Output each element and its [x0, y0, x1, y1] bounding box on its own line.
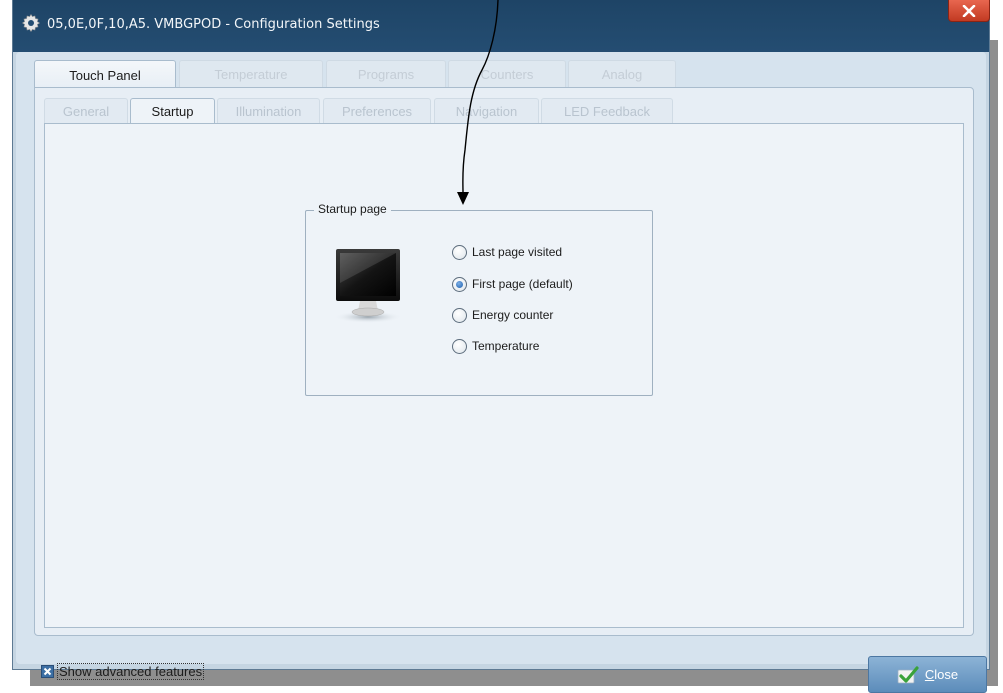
radio-last-page-visited[interactable]: Last page visited [452, 241, 562, 263]
radio-button[interactable] [452, 307, 467, 323]
radio-label: Temperature [472, 339, 540, 353]
x-check-icon [42, 666, 53, 677]
subtab-navigation[interactable]: Navigation [434, 98, 539, 123]
close-button[interactable]: Close [868, 656, 987, 693]
tab-counters[interactable]: Counters [448, 60, 566, 88]
touch-panel-page: General Startup Illumination Preferences… [34, 87, 974, 636]
radio-button[interactable] [452, 244, 467, 260]
subtab-startup[interactable]: Startup [130, 98, 215, 124]
client-area: Touch Panel Temperature Programs Counter… [16, 52, 987, 693]
monitor-icon [334, 249, 402, 323]
groupbox-title: Startup page [314, 202, 391, 216]
subtab-label: LED Feedback [564, 103, 650, 119]
subtab-label: General [62, 103, 110, 119]
subtab-preferences[interactable]: Preferences [323, 98, 431, 123]
subtab-label: Preferences [341, 103, 413, 119]
subtab-label: Navigation [455, 103, 518, 119]
tab-label: Touch Panel [69, 67, 141, 83]
radio-energy-counter[interactable]: Energy counter [452, 304, 553, 326]
checkmark-icon [897, 665, 919, 683]
tab-analog[interactable]: Analog [568, 60, 676, 88]
subtab-led-feedback[interactable]: LED Feedback [541, 98, 673, 123]
startup-page: Startup page Last page visited First pag… [44, 123, 964, 628]
tab-programs[interactable]: Programs [326, 60, 446, 88]
checkbox-box[interactable] [41, 665, 54, 678]
subtab-general[interactable]: General [44, 98, 128, 123]
subtab-label: Illumination [235, 103, 302, 119]
advanced-features-label: Show advanced features [57, 663, 205, 680]
tab-touch-panel[interactable]: Touch Panel [34, 60, 176, 89]
window-title: 05,0E,0F,10,A5. VMBGPOD - Configuration … [47, 17, 380, 32]
radio-label: First page (default) [472, 277, 573, 291]
tab-label: Temperature [214, 67, 288, 82]
radio-first-page-default[interactable]: First page (default) [452, 273, 573, 295]
startup-page-groupbox: Startup page Last page visited First pag… [305, 202, 653, 396]
tab-label: Programs [357, 67, 415, 82]
radio-button-checked[interactable] [452, 276, 467, 292]
close-x-icon [962, 4, 976, 17]
tab-temperature[interactable]: Temperature [179, 60, 323, 88]
radio-button[interactable] [452, 338, 467, 354]
show-advanced-features-checkbox[interactable]: Show advanced features [41, 663, 205, 680]
window-close-button[interactable] [948, 0, 990, 22]
close-button-label: Close [924, 667, 959, 682]
radio-label: Energy counter [472, 308, 554, 322]
configuration-window: 05,0E,0F,10,A5. VMBGPOD - Configuration … [12, 0, 990, 693]
gear-icon [21, 13, 41, 33]
title-bar: 05,0E,0F,10,A5. VMBGPOD - Configuration … [13, 0, 990, 52]
tab-label: Counters [480, 67, 534, 82]
radio-temperature[interactable]: Temperature [452, 335, 539, 357]
tab-label: Analog [601, 67, 643, 82]
subtab-illumination[interactable]: Illumination [217, 98, 320, 123]
subtab-label: Startup [151, 104, 194, 119]
radio-label: Last page visited [472, 245, 563, 259]
